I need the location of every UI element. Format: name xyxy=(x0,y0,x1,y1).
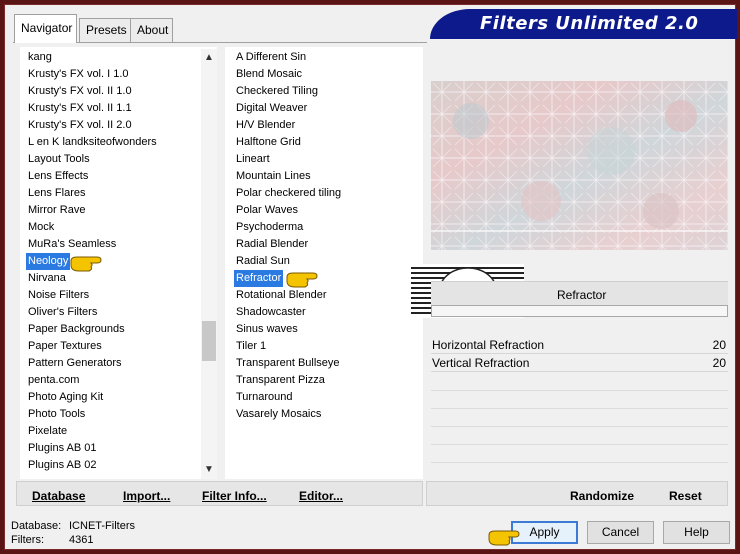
list-item[interactable]: Layout Tools xyxy=(26,151,92,168)
list-item[interactable]: Krusty's FX vol. II 1.1 xyxy=(26,100,134,117)
list-item[interactable]: Lens Flares xyxy=(26,185,87,202)
randomize-button[interactable]: Randomize xyxy=(570,489,634,503)
brand-title: Filters Unlimited 2.0 xyxy=(480,13,699,34)
pointing-hand-icon xyxy=(488,530,520,546)
empty-param-row xyxy=(431,426,728,427)
editor-button[interactable]: Editor... xyxy=(299,489,343,503)
preview-image xyxy=(431,81,728,250)
tab-about-label: About xyxy=(137,23,169,37)
list-item[interactable]: Plugins AB 02 xyxy=(26,457,99,474)
list-item[interactable]: Transparent Bullseye xyxy=(234,355,342,372)
triangle-up-icon[interactable]: ▲ xyxy=(203,52,215,64)
list-item[interactable]: Digital Weaver xyxy=(234,100,309,117)
status-database-label: Database: xyxy=(11,520,62,532)
list-item[interactable]: Krusty's FX vol. I 1.0 xyxy=(26,66,131,83)
database-button[interactable]: Database xyxy=(32,489,85,503)
list-item[interactable]: Tiler 1 xyxy=(234,338,268,355)
list-item[interactable]: Refractor xyxy=(234,270,284,287)
triangle-down-icon[interactable]: ▼ xyxy=(203,464,215,476)
list-item[interactable]: Lens Effects xyxy=(26,168,90,185)
list-item[interactable]: Radial Sun xyxy=(234,253,292,270)
list-item[interactable]: Plugins AB 01 xyxy=(26,440,99,457)
list-item[interactable]: Mock xyxy=(26,219,56,236)
param-value[interactable]: 20 xyxy=(713,338,726,352)
list-item[interactable]: Shadowcaster xyxy=(234,304,308,321)
tab-presets[interactable]: Presets xyxy=(79,18,131,42)
pointing-hand-icon xyxy=(70,256,102,272)
param-value[interactable]: 20 xyxy=(713,356,726,370)
list-item[interactable]: Transparent Pizza xyxy=(234,372,327,389)
list-item[interactable]: Sinus waves xyxy=(234,321,300,338)
category-scrollbar[interactable]: ▲ ▼ xyxy=(201,49,217,479)
list-item[interactable]: Pixelate xyxy=(26,423,69,440)
outer-frame: Navigator Presets About Filters Unlimite… xyxy=(0,0,740,554)
import-button[interactable]: Import... xyxy=(123,489,170,503)
tab-navigator-label: Navigator xyxy=(21,21,73,35)
list-item[interactable]: Neology xyxy=(26,253,71,270)
help-button[interactable]: Help xyxy=(663,521,730,544)
filter-info-button[interactable]: Filter Info... xyxy=(202,489,267,503)
param-row-vertical[interactable]: Vertical Refraction 20 xyxy=(431,355,728,372)
list-item[interactable]: Halftone Grid xyxy=(234,134,303,151)
pointing-hand-icon xyxy=(286,272,318,288)
empty-param-row xyxy=(431,408,728,409)
list-item[interactable]: penta.com xyxy=(26,372,81,389)
reset-button[interactable]: Reset xyxy=(669,489,702,503)
list-item[interactable]: Krusty's FX vol. II 2.0 xyxy=(26,117,134,134)
scrollbar-thumb[interactable] xyxy=(202,321,216,361)
brand-banner: Filters Unlimited 2.0 xyxy=(430,9,737,39)
list-item[interactable]: Turnaround xyxy=(234,389,294,406)
list-item[interactable]: Lineart xyxy=(234,151,272,168)
list-item[interactable]: Krusty's FX vol. II 1.0 xyxy=(26,83,134,100)
tab-presets-label: Presets xyxy=(86,23,127,37)
right-action-bar: Randomize Reset xyxy=(426,481,728,506)
list-item[interactable]: Mirror Rave xyxy=(26,202,87,219)
empty-param-row xyxy=(431,390,728,391)
list-item[interactable]: Pattern Generators xyxy=(26,355,124,372)
list-item[interactable]: Paper Textures xyxy=(26,338,104,355)
tab-about[interactable]: About xyxy=(130,18,173,42)
list-item[interactable]: A Different Sin xyxy=(234,49,308,66)
left-action-bar: Database Import... Filter Info... Editor… xyxy=(16,481,423,506)
list-item[interactable]: Photo Tools xyxy=(26,406,87,423)
list-item[interactable]: Polar Waves xyxy=(234,202,300,219)
list-item[interactable]: MuRa's Seamless xyxy=(26,236,118,253)
empty-param-row xyxy=(431,462,728,463)
status-filters-label: Filters: xyxy=(11,534,44,546)
list-item[interactable]: Paper Backgrounds xyxy=(26,321,127,338)
param-label: Horizontal Refraction xyxy=(432,338,545,352)
list-item[interactable]: Psychoderma xyxy=(234,219,305,236)
list-item[interactable]: Mountain Lines xyxy=(234,168,313,185)
list-item[interactable]: Oliver's Filters xyxy=(26,304,99,321)
param-separator-bar xyxy=(431,305,728,317)
list-item[interactable]: Rotational Blender xyxy=(234,287,329,304)
empty-param-row xyxy=(431,444,728,445)
status-filters-value: 4361 xyxy=(69,534,94,546)
list-item[interactable]: H/V Blender xyxy=(234,117,297,134)
list-item[interactable]: Blend Mosaic xyxy=(234,66,304,83)
status-database-value: ICNET-Filters xyxy=(69,520,135,532)
filters-unlimited-window: Navigator Presets About Filters Unlimite… xyxy=(4,4,737,550)
list-item[interactable]: Checkered Tiling xyxy=(234,83,320,100)
selected-filter-title: Refractor xyxy=(557,288,607,302)
list-item[interactable]: kang xyxy=(26,49,54,66)
category-list[interactable]: kang Krusty's FX vol. I 1.0 Krusty's FX vo… xyxy=(20,47,217,479)
list-item[interactable]: Noise Filters xyxy=(26,287,91,304)
list-item[interactable]: Photo Aging Kit xyxy=(26,389,105,406)
apply-button[interactable]: Apply xyxy=(511,521,578,544)
tab-navigator[interactable]: Navigator xyxy=(14,14,77,43)
param-row-horizontal[interactable]: Horizontal Refraction 20 xyxy=(431,337,728,354)
list-item[interactable]: Polar checkered tiling xyxy=(234,185,343,202)
filter-list[interactable]: A Different Sin Blend Mosaic Checkered Til… xyxy=(225,47,423,479)
list-item[interactable]: Radial Blender xyxy=(234,236,310,253)
list-item[interactable]: Vasarely Mosaics xyxy=(234,406,323,423)
list-item[interactable]: L en K landksiteofwonders xyxy=(26,134,159,151)
param-header: Refractor xyxy=(431,281,728,305)
param-label: Vertical Refraction xyxy=(432,356,530,370)
cancel-button[interactable]: Cancel xyxy=(587,521,654,544)
list-item[interactable]: Nirvana xyxy=(26,270,68,287)
